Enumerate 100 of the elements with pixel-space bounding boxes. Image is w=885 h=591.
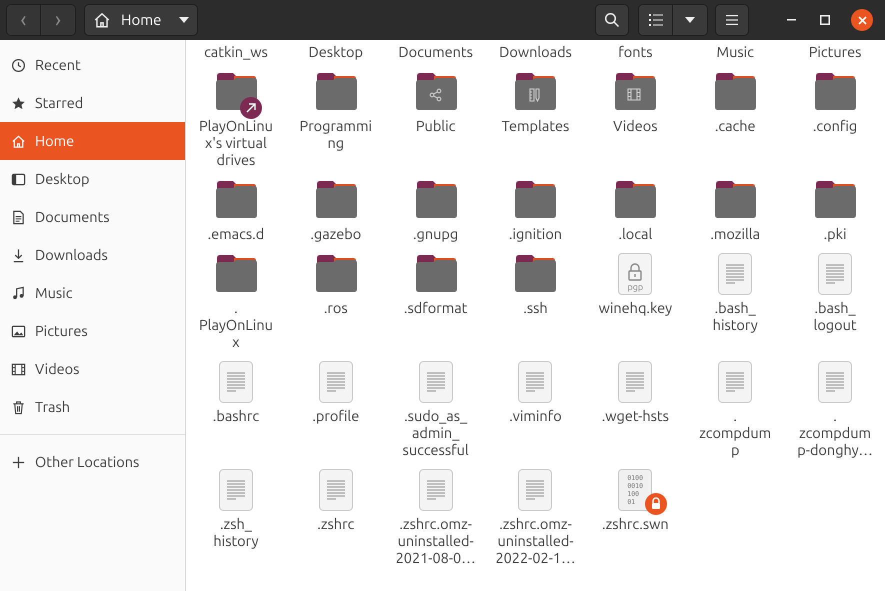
file-item[interactable]: .ros [286,253,386,350]
file-item[interactable]: .local [585,179,686,242]
folder-icon [214,253,258,295]
file-item[interactable]: .ignition [486,179,586,242]
view-options-button[interactable] [673,5,707,35]
folder-icon [513,179,558,221]
file-item[interactable]: .ssh [486,253,586,350]
sidebar-item[interactable]: Desktop [0,160,185,198]
file-item[interactable]: .gnupg [386,179,486,242]
sidebar-item[interactable]: Videos [0,350,185,388]
file-name: .gnupg [413,225,458,242]
file-item[interactable]: .zsh_ history [186,469,286,566]
file-item[interactable]: .zshrc.omz- uninstalled- 2021-08-0… [386,469,486,566]
document-icon [11,210,26,224]
file-item[interactable]: .wget-hsts [585,361,686,458]
file-item[interactable]: .zshrc.omz- uninstalled- 2022-02-1… [486,469,586,566]
list-view-button[interactable] [639,5,673,35]
menu-icon [726,15,738,25]
file-name: fonts [618,43,652,60]
minimize-icon [786,19,796,21]
sidebar-item[interactable]: Music [0,274,185,312]
film-icon [11,362,26,376]
path-button[interactable]: Home [84,4,198,36]
file-item[interactable]: .config [785,71,885,168]
folder-icon [513,253,558,295]
file-name: .emacs.d [208,225,264,242]
file-item[interactable]: . PlayOnLinu x [186,253,286,350]
file-item[interactable]: .bashrc [186,361,286,458]
folder-icon [613,71,658,113]
sidebar-item[interactable]: Starred [0,84,185,122]
file-name: Public [416,117,456,134]
download-icon [11,248,26,262]
caret-icon [179,17,189,23]
close-button[interactable] [851,9,873,31]
back-button[interactable]: ‹ [7,5,41,35]
desktop-icon [11,172,26,186]
sidebar-item[interactable]: Other Locations [0,443,185,481]
search-button[interactable] [595,4,629,36]
sidebar-item[interactable]: Recent [0,46,185,84]
file-item[interactable]: .emacs.d [186,179,286,242]
file-name: .ssh [523,299,548,316]
folder-icon [314,71,358,113]
file-item[interactable]: .viminfo [486,361,586,458]
star-icon [11,96,26,110]
list-icon [648,14,662,26]
file-name: .config [812,117,858,134]
file-item[interactable]: .bash_ logout [785,253,885,350]
trash-icon [11,400,26,414]
file-item[interactable]: .pki [785,179,885,242]
home-icon [93,11,111,29]
folder-icon [813,71,858,113]
file-item[interactable]: .profile [286,361,386,458]
file-name: PlayOnLinu x's virtual drives [198,117,273,168]
file-item[interactable]: .bash_ history [685,253,786,350]
file-item[interactable]: pgp winehq.key [585,253,686,350]
file-name: .zsh_ history [213,515,258,549]
file-name: .cache [714,117,756,134]
file-name: Videos [613,117,658,134]
file-name: .bash_ history [712,299,758,333]
file-name: .gazebo [310,225,362,242]
file-item[interactable]: Videos [585,71,686,168]
search-icon [604,12,620,28]
folder-icon [813,179,858,221]
file-item[interactable]: .sdformat [386,253,486,350]
folder-icon [513,71,558,113]
file-item[interactable]: . zcompdum p [685,361,786,458]
file-name: .viminfo [509,407,562,424]
file-item[interactable]: .mozilla [685,179,786,242]
sidebar-item[interactable]: Pictures [0,312,185,350]
folder-icon [713,179,758,221]
sidebar-item[interactable]: Documents [0,198,185,236]
file-name: .sdformat [404,299,468,316]
file-item[interactable]: Public [386,71,486,168]
folder-icon [214,179,258,221]
clock-icon [11,58,26,72]
file-item[interactable]: .gazebo [286,179,386,242]
file-name: Pictures [808,43,862,60]
file-name: .ignition [508,225,562,242]
plus-icon [11,454,26,470]
file-name: Documents [398,43,473,60]
lock-icon [645,493,668,515]
file-item[interactable]: Templates [486,71,586,168]
folder-icon [414,179,458,221]
file-name: .mozilla [710,225,760,242]
file-item[interactable]: . zcompdum p-donghy… [785,361,885,458]
file-item[interactable]: PlayOnLinu x's virtual drives [186,71,286,168]
picture-icon [11,324,26,338]
file-item[interactable]: Programmi ng [286,71,386,168]
file-item[interactable]: .sudo_as_ admin_ successful [386,361,486,458]
file-name: .zshrc.swn [602,515,669,532]
sidebar-item[interactable]: Downloads [0,236,185,274]
file-item[interactable]: .cache [685,71,786,168]
folder-icon [314,253,358,295]
menu-button[interactable] [715,4,749,36]
file-name: . zcompdum p-donghy… [797,407,873,458]
sidebar-item[interactable]: Trash [0,388,185,426]
file-item[interactable]: .zshrc [286,469,386,566]
sidebar-item[interactable]: Home [0,122,185,160]
key-file-icon: pgp [618,253,652,295]
forward-button[interactable]: › [41,5,75,35]
